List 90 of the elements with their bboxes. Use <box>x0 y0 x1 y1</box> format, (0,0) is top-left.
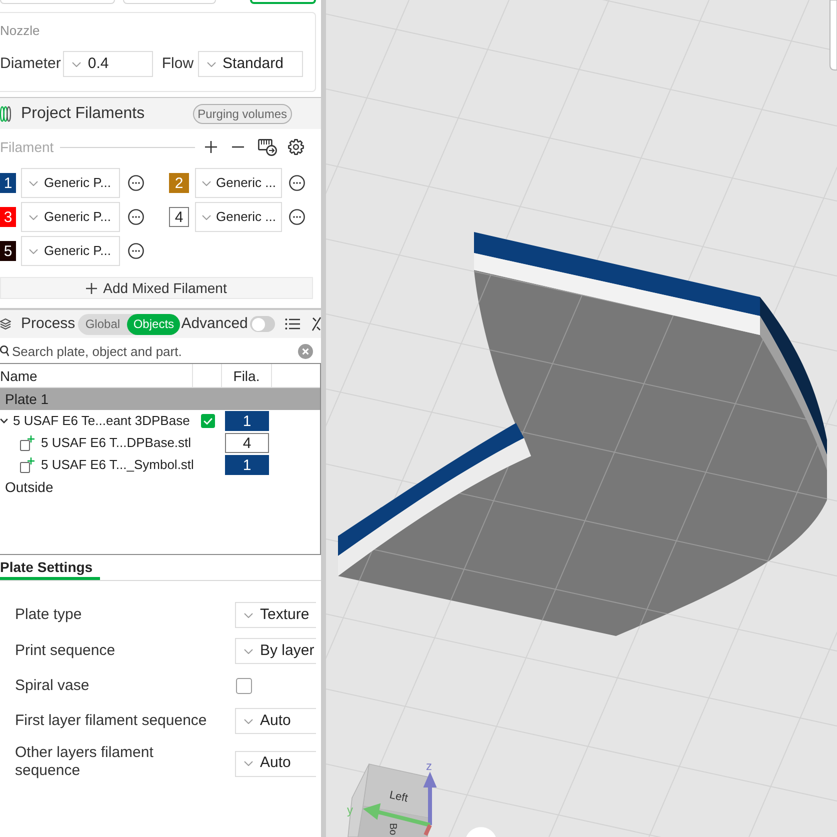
section-title: Process <box>21 315 76 333</box>
chevron-down-icon <box>29 248 38 254</box>
setting-label: Plate type <box>15 606 82 624</box>
tree-item-label: 5 USAF E6 T...DPBase.stl <box>41 434 192 452</box>
tree-row[interactable]: 5 USAF E6 T...DPBase.stl 4 <box>0 432 320 454</box>
settings-tab[interactable]: Plate Settings <box>0 556 100 580</box>
filament-dropdown[interactable]: Generic ... <box>195 202 282 232</box>
add-mixed-filament-button[interactable]: Add Mixed Filament <box>0 277 313 299</box>
dropdown[interactable]: Auto <box>235 708 316 734</box>
filament-badge: 5 <box>0 241 16 261</box>
tree-row[interactable]: Outside <box>0 476 320 498</box>
filament-badge: 4 <box>225 433 269 453</box>
filament-dropdown[interactable]: Generic ... <box>195 168 282 198</box>
section-label: Filament <box>0 138 54 156</box>
view-cube[interactable] <box>348 764 430 837</box>
column-header: Fila. <box>233 366 260 384</box>
plus-icon[interactable] <box>205 141 217 153</box>
3d-viewport[interactable]: Left Bo z y <box>326 0 837 837</box>
scope-toggle[interactable]: Global Objects <box>78 314 180 334</box>
clear-icon[interactable] <box>298 344 313 358</box>
chevron-down-icon <box>244 612 253 618</box>
filament-dropdown[interactable]: Generic P... <box>21 202 120 232</box>
more-icon[interactable] <box>128 209 144 225</box>
tree-row[interactable]: 5 USAF E6 Te...eant 3DPBase 1 <box>0 410 320 432</box>
floating-panel <box>830 0 837 70</box>
axis-label: z <box>426 759 432 773</box>
more-icon[interactable] <box>128 243 144 259</box>
field-label: Diameter <box>0 55 61 73</box>
dropdown[interactable]: Auto <box>235 750 316 776</box>
setting-label: Other layers filament sequence <box>15 744 154 780</box>
chevron-down-icon[interactable] <box>0 417 8 425</box>
search-field[interactable]: Search plate, object and part. <box>12 340 294 362</box>
coil-icon <box>0 106 11 122</box>
layers-icon <box>0 318 11 330</box>
filament-badge: 1 <box>0 173 16 193</box>
field-label: Flow <box>162 55 194 73</box>
axis-label: y <box>347 803 353 817</box>
setting-label: Spiral vase <box>15 677 90 695</box>
tree-row[interactable]: 5 USAF E6 T..._Symbol.stl 1 <box>0 454 320 476</box>
tree-row[interactable]: Plate 1 <box>0 388 320 410</box>
cube-face-label: Left <box>388 789 409 805</box>
more-icon[interactable] <box>289 209 305 225</box>
chevron-down-icon <box>206 62 216 66</box>
scope-tab[interactable]: Global <box>78 314 128 334</box>
part-icon <box>20 457 35 473</box>
checkbox[interactable] <box>200 414 214 428</box>
checkbox[interactable] <box>236 678 252 694</box>
chevron-down-icon <box>244 648 253 654</box>
setting-label: First layer filament sequence <box>15 712 207 730</box>
setting-label: Print sequence <box>15 642 116 660</box>
dropdown[interactable]: 0.4 <box>62 51 153 77</box>
printer-icon[interactable] <box>258 138 277 156</box>
toggle-label: Advanced <box>181 315 248 333</box>
tree-item-label: 5 USAF E6 Te...eant 3DPBase <box>13 412 190 430</box>
chevron-down-icon <box>29 180 38 186</box>
tree-item-label: Plate 1 <box>5 390 49 408</box>
dropdown[interactable]: Texture <box>235 602 316 628</box>
advanced-toggle[interactable] <box>250 316 275 332</box>
chevron-down-icon <box>244 718 253 724</box>
more-icon[interactable] <box>289 175 305 191</box>
chevron-down-icon <box>202 180 211 186</box>
chevron-down-icon <box>244 761 253 766</box>
filament-badge: 1 <box>225 455 269 475</box>
settings-icon[interactable] <box>288 139 304 155</box>
more-icon[interactable] <box>128 175 144 191</box>
mode-button[interactable] <box>250 0 316 4</box>
part-icon <box>20 435 35 451</box>
chevron-down-icon <box>72 62 81 66</box>
tree-item-label: 5 USAF E6 T..._Symbol.stl <box>41 456 194 474</box>
filament-badge: 1 <box>225 411 269 431</box>
dropdown[interactable]: Standard <box>198 51 303 77</box>
chevron-down-icon <box>29 214 38 220</box>
filament-dropdown[interactable]: Generic P... <box>21 236 120 266</box>
dropdown[interactable]: By layer <box>235 638 316 664</box>
filament-badge: 2 <box>169 173 189 193</box>
search-icon <box>0 345 9 357</box>
cube-face-label: Bo <box>387 823 398 836</box>
filament-badge: 3 <box>0 207 16 227</box>
purging-volumes-button[interactable]: Purging volumes <box>192 104 292 124</box>
column-header: Name <box>0 366 38 384</box>
filament-dropdown[interactable]: Generic P... <box>21 168 120 198</box>
slash-icon[interactable] <box>312 317 321 331</box>
section-title: Project Filaments <box>21 104 145 124</box>
list-icon[interactable] <box>285 318 300 330</box>
filament-badge: 4 <box>169 207 189 227</box>
section-title: Nozzle <box>0 23 40 39</box>
chevron-down-icon <box>202 214 211 220</box>
tree-item-label: Outside <box>5 478 54 496</box>
plus-icon <box>86 282 98 294</box>
minus-icon[interactable] <box>232 146 244 148</box>
